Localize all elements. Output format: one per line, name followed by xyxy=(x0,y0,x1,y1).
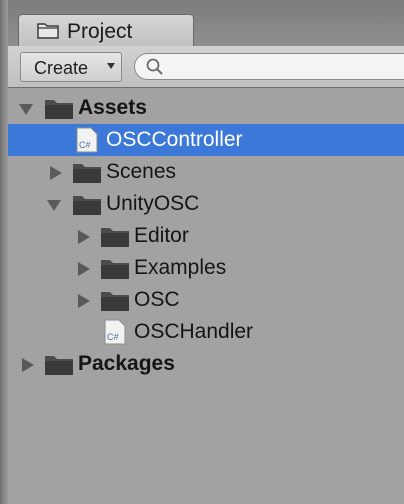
tree-item-label: Scenes xyxy=(106,160,177,183)
tree-item-label: Packages xyxy=(78,352,175,375)
tree-item-assets[interactable]: Assets xyxy=(8,92,404,124)
folder-icon xyxy=(73,164,101,183)
create-button[interactable]: Create xyxy=(20,52,122,82)
tree-item-label: Examples xyxy=(134,256,227,279)
caret-down-icon xyxy=(107,63,115,69)
tab-bar: Project xyxy=(8,0,404,46)
folder-icon xyxy=(45,100,73,119)
collapsed-arrow-icon[interactable] xyxy=(76,293,92,309)
collapsed-arrow-icon[interactable] xyxy=(76,229,92,245)
collapsed-arrow-icon[interactable] xyxy=(20,357,36,373)
folder-icon xyxy=(101,260,129,279)
tree-item-osc[interactable]: OSC xyxy=(8,284,404,316)
tree-item-oschandler[interactable]: C# OSCHandler xyxy=(8,316,404,348)
tab-project[interactable]: Project xyxy=(18,14,194,46)
create-label: Create xyxy=(34,58,89,78)
folder-icon xyxy=(101,228,129,247)
tree-item-editor[interactable]: Editor xyxy=(8,220,404,252)
cs-icon-text: C# xyxy=(107,332,119,342)
project-tree: Assets C# OSCController Scenes UnityOSC … xyxy=(8,92,404,504)
cs-icon-text: C# xyxy=(79,140,91,150)
tree-item-label: OSC xyxy=(134,288,180,311)
tab-label: Project xyxy=(67,20,133,43)
expanded-arrow-icon[interactable] xyxy=(18,101,34,117)
tree-item-label: OSCController xyxy=(106,128,243,151)
project-toolbar: Create xyxy=(8,46,404,88)
folder-icon xyxy=(101,292,129,311)
tree-item-examples[interactable]: Examples xyxy=(8,252,404,284)
folder-icon xyxy=(73,196,101,215)
collapsed-arrow-icon[interactable] xyxy=(76,261,92,277)
tree-item-osccontroller[interactable]: C# OSCController xyxy=(8,124,404,156)
project-window: Project Create Assets C# OSCController S… xyxy=(0,0,404,504)
window-edge xyxy=(0,0,8,504)
csharp-file-icon: C# xyxy=(104,319,126,345)
tree-item-label: UnityOSC xyxy=(106,192,200,215)
csharp-file-icon: C# xyxy=(76,127,98,153)
collapsed-arrow-icon[interactable] xyxy=(48,165,64,181)
tree-item-label: Assets xyxy=(78,96,147,119)
search-input[interactable] xyxy=(134,53,404,80)
folder-icon xyxy=(37,23,59,39)
tree-item-label: OSCHandler xyxy=(134,320,254,343)
tree-item-scenes[interactable]: Scenes xyxy=(8,156,404,188)
tree-item-unityosc[interactable]: UnityOSC xyxy=(8,188,404,220)
folder-icon xyxy=(45,356,73,375)
search-icon xyxy=(146,58,163,75)
expanded-arrow-icon[interactable] xyxy=(46,197,62,213)
tree-item-label: Editor xyxy=(134,224,189,247)
tree-item-packages[interactable]: Packages xyxy=(8,348,404,380)
